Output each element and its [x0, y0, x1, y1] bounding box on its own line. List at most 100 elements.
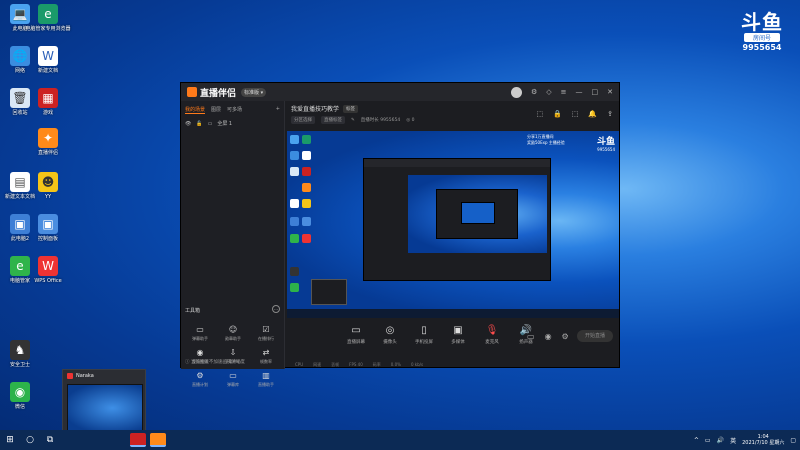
- ime-icon[interactable]: 英: [730, 436, 736, 445]
- preview-watermark-number: 9955654: [597, 147, 615, 152]
- preview-desktop-icon: [290, 217, 299, 226]
- app-brand: 直播伴侣: [187, 86, 236, 99]
- preview-desktop-icon: [290, 199, 299, 208]
- stream-title[interactable]: 我爱直播技巧教学: [291, 104, 339, 113]
- desktop-icon-word-doc[interactable]: W 新建文档: [28, 46, 68, 74]
- preview-banner: 分享1万直播间 奖励50Exp 主播经验: [527, 134, 565, 146]
- tool-frame-rate[interactable]: ⇄ 帧数率: [251, 348, 281, 365]
- add-scene-icon[interactable]: +: [276, 106, 280, 114]
- desktop-icon-security[interactable]: ♞ 安全卫士: [0, 340, 40, 368]
- volume-icon[interactable]: 🔊: [717, 437, 724, 444]
- tool-live-plan[interactable]: ⚙ 直播计划: [185, 371, 215, 388]
- desktop-icon-control-panel[interactable]: ▣ 控制面板: [28, 214, 68, 242]
- gear-icon[interactable]: ⚙: [562, 332, 569, 341]
- stream-tag[interactable]: 标签: [343, 104, 359, 113]
- tool-danmu-library[interactable]: ▭ 弹幕库: [218, 371, 248, 388]
- close-icon[interactable]: ✕: [607, 88, 613, 96]
- live-companion-icon: ✦: [38, 128, 58, 148]
- download-icon: ⇩: [229, 348, 237, 357]
- menu-icon[interactable]: ≡: [561, 88, 567, 96]
- microphone-button[interactable]: 🎙 麦克风: [481, 325, 503, 345]
- taskbar-preview-popup[interactable]: Naraka: [62, 369, 146, 435]
- desktop-icon-wechat[interactable]: ◉ 微信: [0, 382, 40, 410]
- tool-medal-helper[interactable]: ☺ 勋章助手: [218, 325, 248, 342]
- stream-preview[interactable]: 分享1万直播间 奖励50Exp 主播经验 斗鱼 9955654: [287, 131, 619, 318]
- preview-desktop-icon: [290, 135, 299, 144]
- bell-icon[interactable]: 🔔: [588, 110, 597, 118]
- maximize-icon[interactable]: □: [592, 88, 599, 96]
- footer-notice: ⓘ 当前推流不加速画质清晰度: [185, 359, 245, 365]
- room-label: 房间号: [744, 33, 780, 42]
- live-plan-icon: ⚙: [196, 371, 204, 380]
- screen-capture-button[interactable]: ▭ 直播屏幕: [345, 325, 367, 345]
- security-icon: ♞: [10, 340, 30, 360]
- camera-button[interactable]: ◎ 摄像头: [379, 325, 401, 345]
- preview-desktop-icon: [290, 267, 299, 276]
- preview-desktop-icon: [290, 151, 299, 160]
- record-icon[interactable]: ⬚: [572, 110, 579, 118]
- desktop-icon-label: 游戏: [42, 110, 53, 116]
- phone-cast-button[interactable]: ▯ 手机投屏: [413, 325, 435, 345]
- tool-live-assistant[interactable]: ▥ 直播助手: [251, 371, 281, 388]
- eye-icon[interactable]: ◉: [545, 332, 552, 341]
- tool-ranking[interactable]: ☑ 在播排行: [251, 325, 281, 342]
- clock[interactable]: 1:04 2021/7/10 星期六: [742, 434, 784, 446]
- tab-my-scenes[interactable]: 我的场景: [185, 106, 206, 114]
- avatar[interactable]: [510, 86, 522, 98]
- media-button[interactable]: ▣ 多媒体: [447, 325, 469, 345]
- status-item: 0.0%: [390, 362, 401, 367]
- toolbox-more-button[interactable]: …: [272, 305, 280, 313]
- search-button[interactable]: ○: [20, 430, 40, 450]
- control-panel-icon: ▣: [38, 214, 58, 234]
- desktop-icon-label: 网络: [14, 68, 25, 74]
- tool-danmu-helper[interactable]: ▭ 弹幕助手: [185, 325, 215, 342]
- task-view-button[interactable]: ⧉: [40, 430, 60, 450]
- edit-icon[interactable]: ✎: [351, 118, 355, 123]
- eye-icon[interactable]: 👁: [185, 121, 191, 127]
- taskbar-app-naraka[interactable]: [130, 433, 146, 447]
- settings-icon[interactable]: ⚙: [531, 88, 537, 96]
- control-label: 多媒体: [451, 340, 465, 345]
- network-icon[interactable]: ▭: [705, 437, 711, 444]
- desktop-icon-game[interactable]: ▦ 游戏: [28, 88, 68, 116]
- category-chip[interactable]: 分区选择: [291, 116, 315, 124]
- preview-desktop-icon: [302, 135, 311, 144]
- tab-multi-scene[interactable]: 可多场: [227, 106, 242, 114]
- popup-title: Naraka: [76, 373, 94, 379]
- desktop-icon-live-companion[interactable]: ✦ 直播伴侣: [28, 128, 68, 156]
- window-titlebar[interactable]: 直播伴侣 标准版 ▾ ⚙ ◇ ≡ — □ ✕: [181, 83, 619, 101]
- nested-preview: [408, 175, 547, 253]
- source-controls: ▭ 直播屏幕 ◎ 摄像头 ▯ 手机投屏 ▣ 多媒体 🎙 麦克风 🔊 扬声器: [345, 325, 537, 345]
- version-badge[interactable]: 标准版 ▾: [241, 87, 267, 97]
- tab-layers[interactable]: 图层: [211, 106, 221, 114]
- desktop-icon-area: 💻 此电脑 e 电脑管家专用浏览器 🌐 网络 W 新建文档 🗑 回收站 ▦ 游戏…: [0, 0, 80, 430]
- game-icon: ▦: [38, 88, 58, 108]
- desktop-icon-label: 直播伴侣: [37, 150, 58, 156]
- pc-manager-icon: e: [10, 256, 30, 276]
- nested-app-window: [363, 158, 551, 281]
- start-button[interactable]: ⊞: [0, 430, 20, 450]
- start-live-button[interactable]: 开始直播: [577, 330, 613, 342]
- record-video-icon[interactable]: ▭: [527, 332, 535, 341]
- viewer-count: ◎ 0: [406, 117, 415, 123]
- lock-icon[interactable]: 🔒: [553, 110, 562, 118]
- desktop-icon-label: 回收站: [12, 110, 28, 116]
- tool-label: 直播助手: [258, 382, 274, 387]
- taskbar-app-live-companion[interactable]: [150, 433, 166, 447]
- tool-label: 弹幕库: [227, 382, 239, 387]
- live-tag-chip[interactable]: 直播标签: [321, 116, 345, 124]
- desktop-icon-browser[interactable]: e 电脑管家专用浏览器: [26, 4, 71, 32]
- share-icon[interactable]: ⇪: [607, 110, 613, 118]
- left-tabs: 我的场景 图层 可多场 +: [181, 101, 284, 117]
- notification-icon[interactable]: ▢: [790, 437, 796, 444]
- minimize-icon[interactable]: —: [576, 88, 583, 96]
- preview-desktop-icon: [302, 217, 311, 226]
- lock-icon[interactable]: 🔓: [196, 121, 202, 127]
- scene-item[interactable]: 👁 🔓 ▭ 全屏 1: [181, 117, 284, 130]
- tray-overflow-icon[interactable]: ^: [694, 437, 699, 444]
- gift-icon[interactable]: ⬚: [536, 110, 543, 118]
- skin-icon[interactable]: ◇: [546, 88, 551, 96]
- popup-thumbnail[interactable]: [67, 384, 143, 432]
- desktop-icon-yy[interactable]: ☻ YY: [28, 172, 68, 200]
- desktop-icon-wps[interactable]: W WPS Office: [28, 256, 68, 284]
